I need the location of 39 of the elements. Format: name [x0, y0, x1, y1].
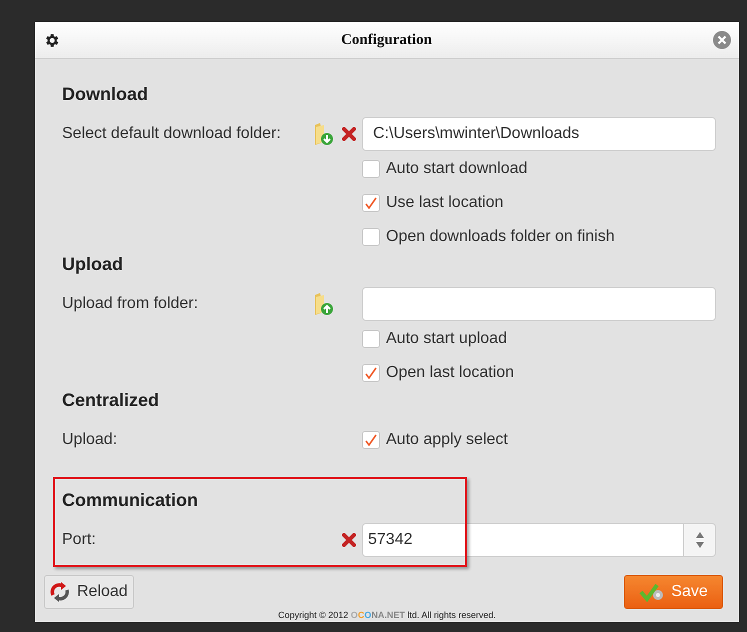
folder-download-icon[interactable]	[312, 122, 334, 146]
checkbox-label: Auto start upload	[386, 329, 507, 349]
reload-button[interactable]: Reload	[44, 575, 134, 609]
checkbox[interactable]	[362, 194, 380, 212]
checkbox-label: Open last location	[386, 363, 514, 383]
section-title: Download	[62, 84, 149, 104]
section-title: Communication	[62, 490, 200, 510]
checkbox[interactable]	[362, 364, 380, 382]
port-field[interactable]: 57342	[362, 523, 684, 557]
checkbox-label: Auto start download	[386, 159, 528, 179]
reload-icon	[49, 581, 71, 603]
checkbox-label: Open downloads folder on finish	[386, 227, 615, 247]
check-gear-icon	[639, 582, 666, 602]
clear-icon[interactable]	[342, 127, 356, 141]
up-arrow-icon[interactable]	[696, 532, 704, 538]
field-label: Port:	[62, 530, 97, 550]
section-title: Centralized	[62, 390, 160, 410]
folder-upload-icon[interactable]	[312, 292, 334, 316]
down-arrow-icon[interactable]	[696, 542, 704, 548]
checkbox-label: Auto apply select	[386, 430, 508, 450]
field-label: Upload from folder:	[62, 294, 200, 314]
check-icon	[365, 367, 377, 379]
checkbox[interactable]	[362, 330, 380, 348]
checkbox[interactable]	[362, 160, 380, 178]
section-title: Upload	[62, 254, 124, 274]
field-label: Upload:	[62, 430, 118, 450]
checkbox-label: Use last location	[386, 193, 504, 213]
checkbox[interactable]	[362, 228, 380, 246]
folder-field[interactable]: C:\Users\mwinter\Downloads	[362, 117, 716, 151]
copyright-text: Copyright © 2012 OCONA.NET ltd. All rights reserved.	[278, 610, 496, 620]
field-label: Select default download folder:	[62, 124, 282, 144]
clear-icon[interactable]	[342, 533, 356, 547]
check-icon	[365, 197, 377, 209]
window-title: Configuration	[340, 30, 433, 50]
check-icon	[365, 434, 377, 446]
spinner-arrows[interactable]	[684, 523, 716, 557]
folder-field[interactable]	[362, 287, 716, 321]
close-icon[interactable]	[713, 31, 731, 49]
checkbox[interactable]	[362, 431, 380, 449]
